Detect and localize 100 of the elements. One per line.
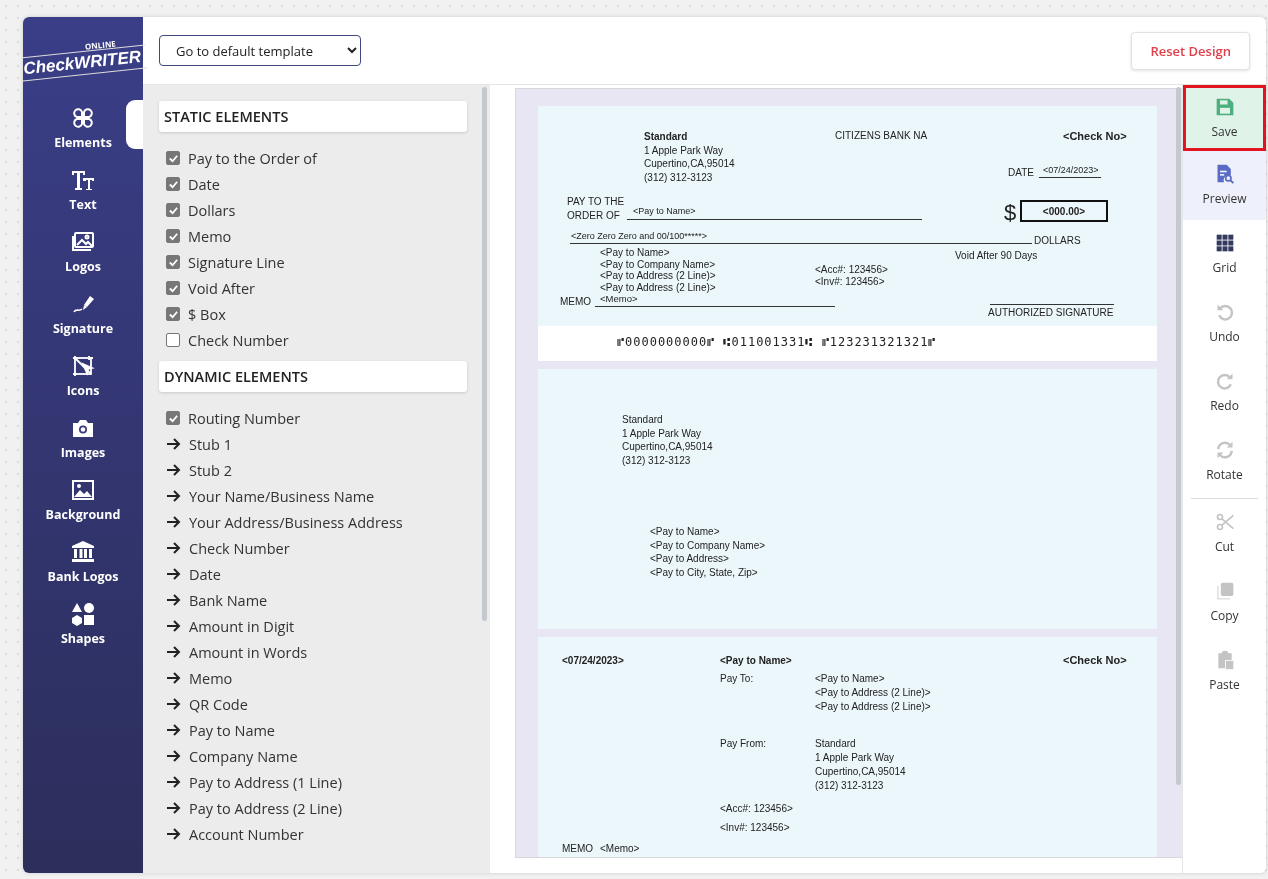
rotate-icon [1214, 440, 1235, 460]
arrow-icon [166, 620, 181, 632]
arrow-icon [166, 802, 181, 814]
checkbox[interactable] [166, 151, 180, 165]
element-label[interactable]: Check Number [189, 538, 290, 558]
company-address-line: Standard [644, 130, 688, 143]
redo-icon [1214, 371, 1235, 391]
micr-line: ⑈0000000000⑈ ⑆011001331⑆ ⑈123231321321⑈ [617, 336, 937, 349]
checkbox[interactable] [166, 255, 180, 269]
arrow-icon [166, 828, 181, 840]
element-label[interactable]: Company Name [189, 746, 298, 766]
sidebar-item[interactable]: Bank Logos [23, 531, 143, 593]
element-label[interactable]: Pay to Name [189, 720, 275, 740]
template-select[interactable]: Go to default template [159, 35, 361, 66]
recipient-address-line: <Pay to Address> [650, 552, 729, 565]
arrow-icon [166, 568, 181, 580]
company-address-line: 1 Apple Park Way [644, 143, 724, 157]
section-header: DYNAMIC ELEMENTS [159, 361, 467, 392]
element-label[interactable]: $ Box [188, 304, 226, 324]
signature-label: AUTHORIZED SIGNATURE [988, 306, 1114, 319]
element-label[interactable]: Account Number [189, 824, 304, 844]
arrow-icon [166, 438, 181, 450]
sender-address-line: Standard [622, 413, 663, 426]
recipient-address-line: <Pay to Name> [650, 525, 720, 538]
pay-to-line: <Pay to Address (2 Line)> [815, 686, 931, 699]
checkbox[interactable] [166, 203, 180, 217]
cursor-frame-icon [71, 353, 95, 378]
sidebar-item[interactable]: Elements [23, 97, 143, 159]
selection-indicator [126, 100, 143, 149]
element-label[interactable]: Pay to Address (1 Line) [189, 772, 342, 792]
sidebar-item[interactable]: Logos [23, 221, 143, 283]
element-label[interactable]: Stub 2 [189, 460, 232, 480]
arrow-icon [166, 776, 181, 788]
memo-value: <Memo> [600, 842, 640, 855]
pay-to-line: <Pay to Address (2 Line)> [815, 700, 931, 713]
checkbox[interactable] [166, 333, 180, 347]
pay-from-line: Standard [815, 737, 856, 750]
pay-to-label: PAY TO THE [567, 195, 625, 208]
arrow-icon [166, 698, 181, 710]
element-label[interactable]: Memo [189, 668, 233, 688]
arrow-icon [166, 464, 181, 476]
arrow-icon [166, 490, 181, 502]
sidebar-item[interactable]: Text [23, 159, 143, 221]
checkbox[interactable] [166, 281, 180, 295]
element-label[interactable]: Check Number [188, 330, 289, 350]
void-after-text: Void After 90 Days [955, 249, 1038, 262]
element-label[interactable]: Void After [188, 278, 255, 298]
sidebar-item[interactable]: Shapes [23, 593, 143, 655]
payee-address-line: <Pay to Address (2 Line)> [600, 281, 716, 294]
element-label[interactable]: Pay to the Order of [188, 148, 317, 168]
arrow-icon [166, 750, 181, 762]
sidebar-item[interactable]: Signature [23, 283, 143, 345]
bank-name: CITIZENS BANK NA [835, 129, 928, 142]
element-label[interactable]: Stub 1 [189, 434, 232, 454]
reference-number: <Inv#: 123456> [815, 274, 885, 288]
stub-payee: <Pay to Name> [720, 654, 792, 667]
sidebar-item[interactable]: Icons [23, 345, 143, 407]
element-label[interactable]: Amount in Words [189, 642, 308, 662]
reference-number: <Acc#: 123456> [720, 802, 793, 815]
element-label[interactable]: Dollars [188, 200, 236, 220]
company-address-line: (312) 312-3123 [644, 170, 713, 184]
sender-address-line: Cupertino,CA,95014 [622, 440, 713, 453]
reference-number: <Inv#: 123456> [720, 821, 790, 834]
date-value: <07/24/2023> [1039, 164, 1101, 178]
sidebar-item[interactable]: Images [23, 407, 143, 469]
element-label[interactable]: Bank Name [189, 590, 268, 610]
checkbox[interactable] [166, 411, 180, 425]
element-label[interactable]: Signature Line [188, 252, 285, 272]
pay-to-label: ORDER OF [567, 209, 620, 222]
element-label[interactable]: Date [188, 174, 220, 194]
checkbox[interactable] [166, 307, 180, 321]
check-number: <Check No> [1063, 130, 1127, 143]
scrollbar[interactable] [482, 87, 487, 621]
element-label[interactable]: Memo [188, 226, 232, 246]
checkbox[interactable] [166, 177, 180, 191]
cut-icon [1214, 512, 1235, 532]
element-label[interactable]: Routing Number [188, 408, 301, 428]
reset-design-button[interactable]: Reset Design [1131, 31, 1250, 70]
pay-to-label: Pay To: [720, 672, 754, 685]
checkbox[interactable] [166, 229, 180, 243]
element-label[interactable]: Your Name/Business Name [189, 486, 375, 506]
element-label[interactable]: Date [189, 564, 221, 584]
payee-address-line: <Pay to Name> [600, 246, 670, 259]
amount-box: <000.00> [1020, 200, 1108, 222]
arrow-icon [166, 646, 181, 658]
tool-button[interactable]: Save [1183, 85, 1266, 151]
element-label[interactable]: Pay to Address (2 Line) [189, 798, 342, 818]
payee-address-line: <Pay to Company Name> [600, 258, 716, 271]
sender-address-line: (312) 312-3123 [622, 453, 691, 467]
element-label[interactable]: Amount in Digit [189, 616, 295, 636]
grid-icon [1214, 233, 1235, 253]
element-label[interactable]: QR Code [189, 694, 248, 714]
image-icon [71, 477, 95, 502]
scrollbar[interactable] [1176, 87, 1181, 785]
recipient-address-line: <Pay to City, State, Zip> [650, 565, 758, 579]
sidebar-item[interactable]: Background [23, 469, 143, 531]
tool-button[interactable]: Preview [1183, 151, 1266, 220]
company-address-line: Cupertino,CA,95014 [644, 157, 735, 170]
elements-icon [71, 105, 95, 130]
element-label[interactable]: Your Address/Business Address [189, 512, 403, 532]
